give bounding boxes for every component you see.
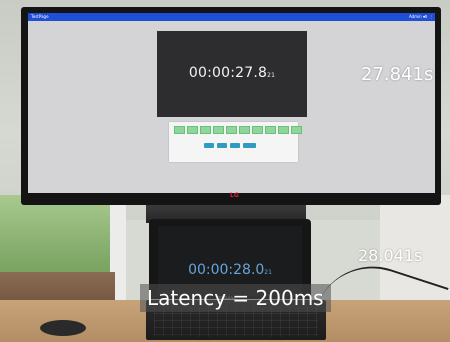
monitor-screen: TestPage Admin ▾ ⚙ ⋮ 00:00:27.821 xyxy=(28,13,435,193)
stop-button[interactable] xyxy=(217,143,227,148)
lap-box xyxy=(187,126,198,134)
user-menu[interactable]: Admin ▾ xyxy=(409,14,425,20)
lap-box xyxy=(252,126,263,134)
stopwatch-ms: 21 xyxy=(267,72,276,79)
start-button[interactable] xyxy=(204,143,214,148)
stopwatch-time: 00:00:27.821 xyxy=(157,65,307,81)
lap-box xyxy=(213,126,224,134)
lap-list xyxy=(174,126,302,134)
lap-button[interactable] xyxy=(230,143,240,148)
monitor-logo: LG xyxy=(230,192,239,199)
lap-box xyxy=(239,126,250,134)
laptop-stopwatch-main: 00:00:28.0 xyxy=(188,262,265,278)
photo: TestPage Admin ▾ ⚙ ⋮ 00:00:27.821 27.841… xyxy=(0,0,450,342)
stopwatch-main: 00:00:27.8 xyxy=(188,65,268,81)
latency-caption: Latency = 200ms xyxy=(140,284,331,312)
app-header: TestPage Admin ▾ ⚙ ⋮ xyxy=(28,13,435,21)
control-buttons xyxy=(204,143,256,148)
lap-box xyxy=(265,126,276,134)
controls-card xyxy=(169,122,302,162)
laptop-time-overlay: 28.041s xyxy=(358,246,423,265)
laptop-stopwatch-ms: 21 xyxy=(264,269,272,276)
more-icon[interactable]: ⋮ xyxy=(429,14,434,19)
laptop-stopwatch-time: 00:00:28.021 xyxy=(158,262,302,278)
stopwatch-display: 00:00:27.821 xyxy=(157,31,307,117)
monitor-time-overlay: 27.841s xyxy=(361,64,434,85)
lap-box xyxy=(226,126,237,134)
lap-box xyxy=(278,126,289,134)
cable-puck xyxy=(40,320,86,336)
lap-box xyxy=(200,126,211,134)
lap-box xyxy=(174,126,185,134)
reset-button[interactable] xyxy=(243,143,256,148)
lap-box xyxy=(291,126,302,134)
app-title: TestPage xyxy=(31,14,49,19)
